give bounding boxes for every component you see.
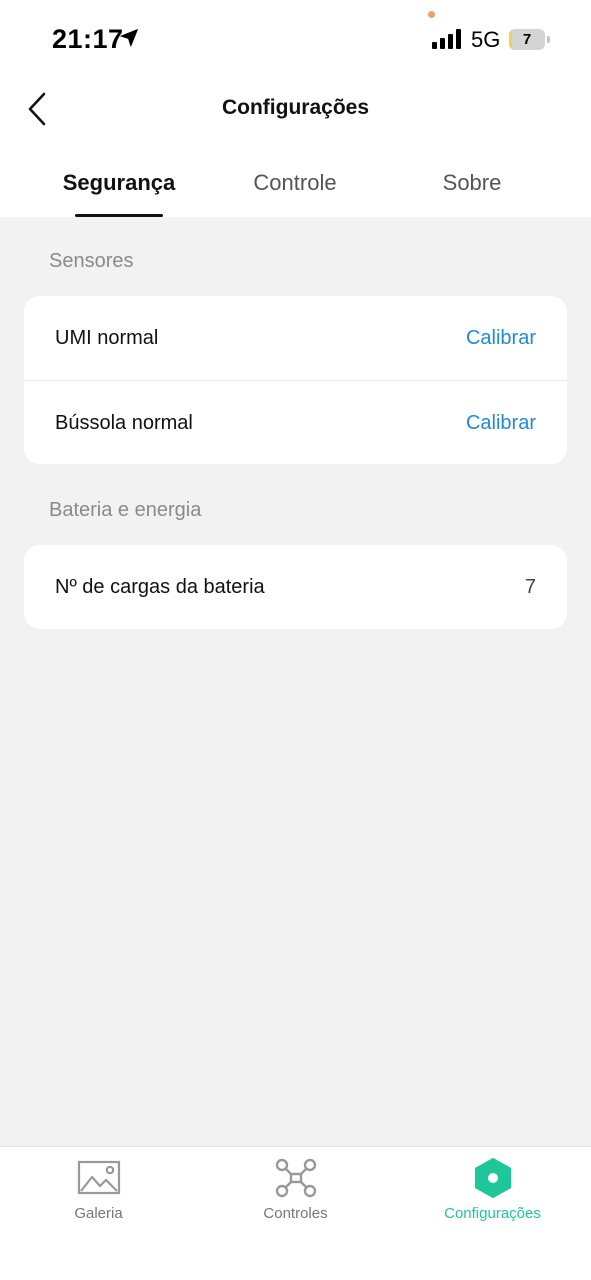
battery-level-text: 7: [522, 31, 532, 48]
battery-cycles-value: 7: [524, 576, 536, 598]
header: Configurações: [0, 78, 591, 140]
nav-item-configuracoes[interactable]: Configurações: [394, 1147, 591, 1247]
status-time: 21:17: [52, 24, 124, 54]
sensors-card: UMI normal Calibrar Bússola normal Calib…: [24, 296, 567, 464]
network-type-label: 5G: [471, 27, 501, 52]
page-title: Configurações: [221, 96, 370, 119]
bottom-navigation: Galeria Controles Configurações: [0, 1146, 591, 1280]
nav-label-galeria: Galeria: [74, 1205, 123, 1222]
battery-cycles-label: Nº de cargas da bateria: [55, 576, 265, 598]
settings-screen: 21:17 5G 7 Configurações Segurança Contr…: [0, 0, 591, 1280]
list-item-battery-cycles: Nº de cargas da bateria 7: [24, 545, 567, 629]
location-arrow-icon: [119, 28, 139, 48]
battery-card: Nº de cargas da bateria 7: [24, 545, 567, 629]
nav-item-galeria[interactable]: Galeria: [0, 1147, 197, 1247]
gallery-icon: [77, 1160, 121, 1195]
calibrate-umi-button[interactable]: Calibrar: [466, 327, 536, 350]
compass-status-label: Bússola normal: [55, 412, 193, 434]
status-bar: 21:17 5G 7: [0, 0, 591, 78]
battery-icon: 7: [509, 29, 550, 50]
umi-status-label: UMI normal: [55, 327, 159, 349]
cellular-signal-icon: [432, 29, 461, 49]
tab-seguranca[interactable]: Segurança: [34, 170, 204, 196]
privacy-indicator-dot: [428, 11, 435, 18]
list-item-compass: Bússola normal Calibrar: [24, 380, 567, 464]
nav-label-controles: Controles: [263, 1205, 328, 1222]
section-label-sensores: Sensores: [49, 250, 134, 272]
drone-icon: [275, 1158, 317, 1198]
calibrate-compass-button[interactable]: Calibrar: [466, 412, 536, 435]
settings-hexagon-icon: [475, 1158, 511, 1198]
nav-item-controles[interactable]: Controles: [197, 1147, 394, 1247]
nav-label-configuracoes: Configurações: [444, 1205, 541, 1222]
tab-bar: Segurança Controle Sobre: [0, 140, 591, 217]
tab-controle[interactable]: Controle: [210, 170, 380, 196]
tab-sobre[interactable]: Sobre: [387, 170, 557, 196]
active-tab-underline: [75, 214, 163, 217]
section-label-bateria: Bateria e energia: [49, 499, 202, 521]
list-item-umi: UMI normal Calibrar: [24, 296, 567, 380]
